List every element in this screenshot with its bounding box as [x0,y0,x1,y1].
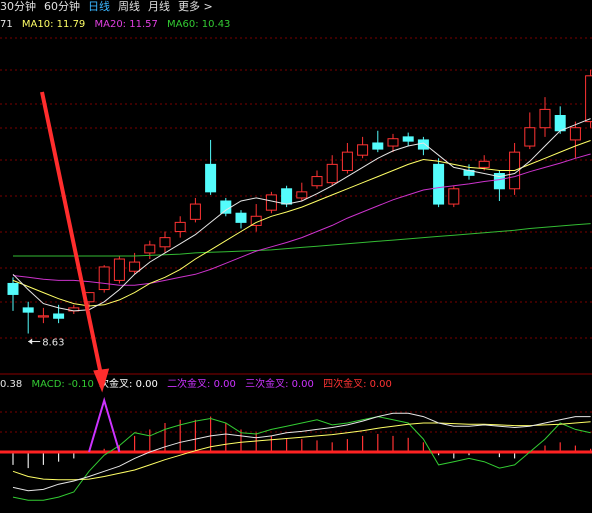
candle-body [478,160,490,168]
candle-body [53,313,65,319]
candle-body [174,221,186,233]
candle-body [7,282,19,295]
low-price-label: 8.63 [42,338,64,349]
candle-body [554,115,566,132]
candle-body [22,307,34,313]
candle [37,307,49,324]
candle [341,142,353,174]
candle-body [585,75,592,123]
candle-body [235,212,247,223]
annotations [28,91,110,393]
candle-body [433,163,445,205]
candle-body [205,163,217,193]
candle [448,185,460,208]
candle [433,158,445,208]
candle [235,210,247,229]
candle [402,132,414,147]
candle-body [189,203,201,220]
candle-body [387,138,399,147]
ma60-line [13,223,591,257]
candle [372,130,384,153]
candle-body [144,244,156,254]
candle-body [569,127,581,141]
candle [296,182,308,201]
candle-body [539,108,551,129]
candle-body [341,151,353,171]
candle [144,240,156,260]
candle [265,191,277,214]
candle [205,139,217,195]
annotation-arrow-head [93,368,110,393]
candle-body [265,194,277,211]
candle-body [98,266,110,291]
candle-body [311,176,323,187]
candle [68,304,80,314]
macd-grid [0,411,592,433]
candle [250,204,262,232]
candle-body [372,142,384,150]
candle-body [220,200,232,214]
candle [539,97,551,137]
candle [311,170,323,189]
candle [7,277,19,311]
macd-green-line [12,416,591,501]
candle [189,197,201,223]
candle [524,112,536,150]
stock-chart: 8.63 [0,37,592,501]
candle-body [113,258,125,281]
signal-peak [88,396,121,453]
candle-body [37,315,49,318]
candle-body [296,191,308,199]
candle [113,255,125,284]
candle [569,121,581,159]
candle-body [159,237,171,248]
candle-body [326,163,338,184]
candle-body [402,136,414,142]
candle-body [129,261,141,272]
candle-body [448,188,460,205]
candle-body [357,144,369,156]
candle-body [524,127,536,147]
candle [174,216,186,238]
candle [98,265,110,293]
candle-body [281,188,293,205]
candle [159,231,171,253]
low-price-arrowhead [28,338,33,345]
candle [357,136,369,159]
candle [22,301,34,334]
candle-body [417,139,429,150]
